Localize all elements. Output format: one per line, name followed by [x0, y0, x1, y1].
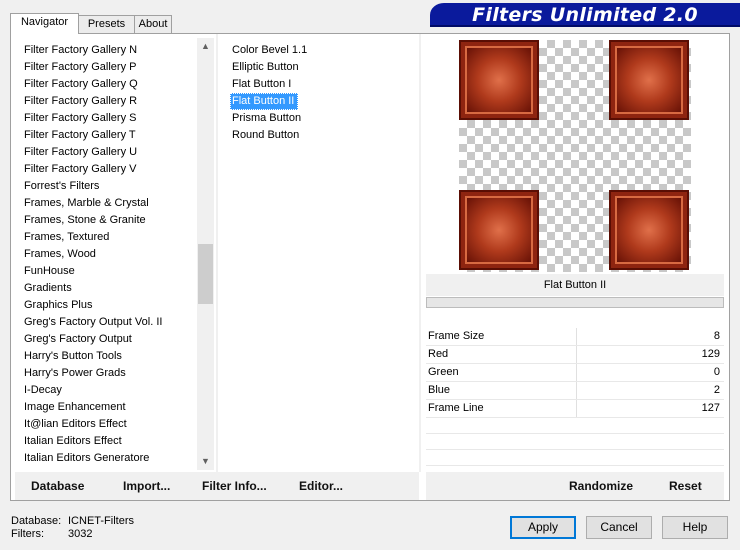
parameter-slider-row[interactable]: Frame Size 8	[426, 328, 724, 346]
randomize-button[interactable]: Randomize	[569, 476, 633, 496]
preview-button-bar: Randomize Reset	[426, 472, 724, 500]
filter-preview	[459, 40, 691, 272]
category-item[interactable]: Harry's Power Grads	[24, 365, 204, 382]
editor-button[interactable]: Editor...	[299, 476, 343, 496]
category-item[interactable]: Italian Editors Effect	[24, 433, 204, 450]
progress-bar	[426, 297, 724, 308]
slider-center-tick	[576, 346, 577, 363]
button-tile	[609, 40, 689, 120]
category-item[interactable]: Filter Factory Gallery S	[24, 110, 204, 127]
scrollbar-thumb[interactable]	[198, 244, 213, 304]
apply-button[interactable]: Apply	[510, 516, 576, 539]
category-item[interactable]: Filter Factory Gallery P	[24, 59, 204, 76]
import-button[interactable]: Import...	[123, 476, 170, 496]
button-tile	[459, 190, 539, 270]
filter-info-button[interactable]: Filter Info...	[202, 476, 267, 496]
tab-presets[interactable]: Presets	[78, 15, 135, 33]
parameter-slider-row[interactable]: Green 0	[426, 364, 724, 382]
filter-item[interactable]: Color Bevel 1.1	[230, 42, 410, 59]
parameter-label: Red	[428, 348, 449, 360]
category-item[interactable]: Frames, Stone & Granite	[24, 212, 204, 229]
parameter-slider-row[interactable]: Frame Line 127	[426, 400, 724, 418]
cancel-button[interactable]: Cancel	[586, 516, 652, 539]
filters-label: Filters:	[11, 528, 44, 540]
category-item[interactable]: Filter Factory Gallery U	[24, 144, 204, 161]
category-item[interactable]: Filter Factory Gallery V	[24, 161, 204, 178]
tab-about[interactable]: About	[134, 15, 172, 33]
category-item[interactable]: I-Decay	[24, 382, 204, 399]
filters-count: 3032	[68, 528, 93, 540]
chevron-down-icon[interactable]: ▼	[197, 453, 214, 470]
navigator-button-bar: Database Import... Filter Info... Editor…	[15, 472, 419, 500]
database-label: Database:	[11, 515, 62, 527]
status-area: Database: ICNET-Filters Filters: 3032	[11, 515, 134, 541]
category-item[interactable]: Image Enhancement	[24, 399, 204, 416]
category-item[interactable]: Filter Factory Gallery T	[24, 127, 204, 144]
category-item[interactable]: Harry's Button Tools	[24, 348, 204, 365]
app-banner: Filters Unlimited 2.0	[430, 3, 740, 27]
parameter-label: Green	[428, 366, 459, 378]
empty-parameter-row	[426, 450, 724, 466]
slider-center-tick	[576, 364, 577, 381]
parameter-list: Frame Size 8 Red 129 Green 0 Blue 2 Frame Line 12…	[426, 328, 724, 466]
preview-title: Flat Button II	[426, 274, 724, 296]
button-tile	[459, 40, 539, 120]
filter-list: Color Bevel 1.1 Elliptic Button Flat Butto…	[230, 42, 410, 144]
button-tile	[609, 190, 689, 270]
filter-item[interactable]: Round Button	[230, 127, 410, 144]
parameter-label: Frame Size	[428, 330, 485, 342]
slider-center-tick	[576, 328, 577, 345]
empty-parameter-row	[426, 434, 724, 450]
filter-item[interactable]: Prisma Button	[230, 110, 410, 127]
filter-item[interactable]: Flat Button II	[230, 93, 298, 110]
category-item[interactable]: It@lian Editors Effect	[24, 416, 204, 433]
empty-parameter-row	[426, 418, 724, 434]
tab-navigator[interactable]: Navigator	[10, 13, 79, 34]
parameter-slider-row[interactable]: Blue 2	[426, 382, 724, 400]
filter-item[interactable]: Elliptic Button	[230, 59, 410, 76]
slider-center-tick	[576, 400, 577, 417]
parameter-value: 0	[713, 366, 720, 378]
reset-button[interactable]: Reset	[669, 476, 702, 496]
category-item[interactable]: Greg's Factory Output Vol. II	[24, 314, 204, 331]
database-value: ICNET-Filters	[68, 515, 134, 527]
parameter-slider-row[interactable]: Red 129	[426, 346, 724, 364]
parameter-value: 129	[701, 348, 720, 360]
parameter-label: Frame Line	[428, 402, 484, 414]
parameter-value: 127	[701, 402, 720, 414]
category-item[interactable]: Frames, Marble & Crystal	[24, 195, 204, 212]
category-item[interactable]: Graphics Plus	[24, 297, 204, 314]
database-button[interactable]: Database	[31, 476, 84, 496]
category-item[interactable]: Frames, Wood	[24, 246, 204, 263]
parameter-label: Blue	[428, 384, 451, 396]
filter-item[interactable]: Flat Button I	[230, 76, 410, 93]
category-item[interactable]: Filter Factory Gallery N	[24, 42, 204, 59]
divider	[419, 34, 421, 472]
category-item[interactable]: Forrest's Filters	[24, 178, 204, 195]
category-item[interactable]: Greg's Factory Output	[24, 331, 204, 348]
divider	[216, 34, 218, 472]
navigator-panel: Filter Factory Gallery N Filter Factory G…	[10, 33, 730, 501]
category-item[interactable]: Italian Editors Generatore	[24, 450, 204, 467]
category-item[interactable]: FunHouse	[24, 263, 204, 280]
category-list: Filter Factory Gallery N Filter Factory G…	[24, 42, 204, 467]
parameter-value: 8	[713, 330, 720, 342]
category-item[interactable]: Filter Factory Gallery Q	[24, 76, 204, 93]
chevron-up-icon[interactable]: ▲	[197, 38, 214, 55]
slider-center-tick	[576, 382, 577, 399]
help-button[interactable]: Help	[662, 516, 728, 539]
category-item[interactable]: Gradients	[24, 280, 204, 297]
category-item[interactable]: Filter Factory Gallery R	[24, 93, 204, 110]
parameter-value: 2	[713, 384, 720, 396]
category-scrollbar[interactable]: ▲ ▼	[197, 38, 214, 470]
category-item[interactable]: Frames, Textured	[24, 229, 204, 246]
